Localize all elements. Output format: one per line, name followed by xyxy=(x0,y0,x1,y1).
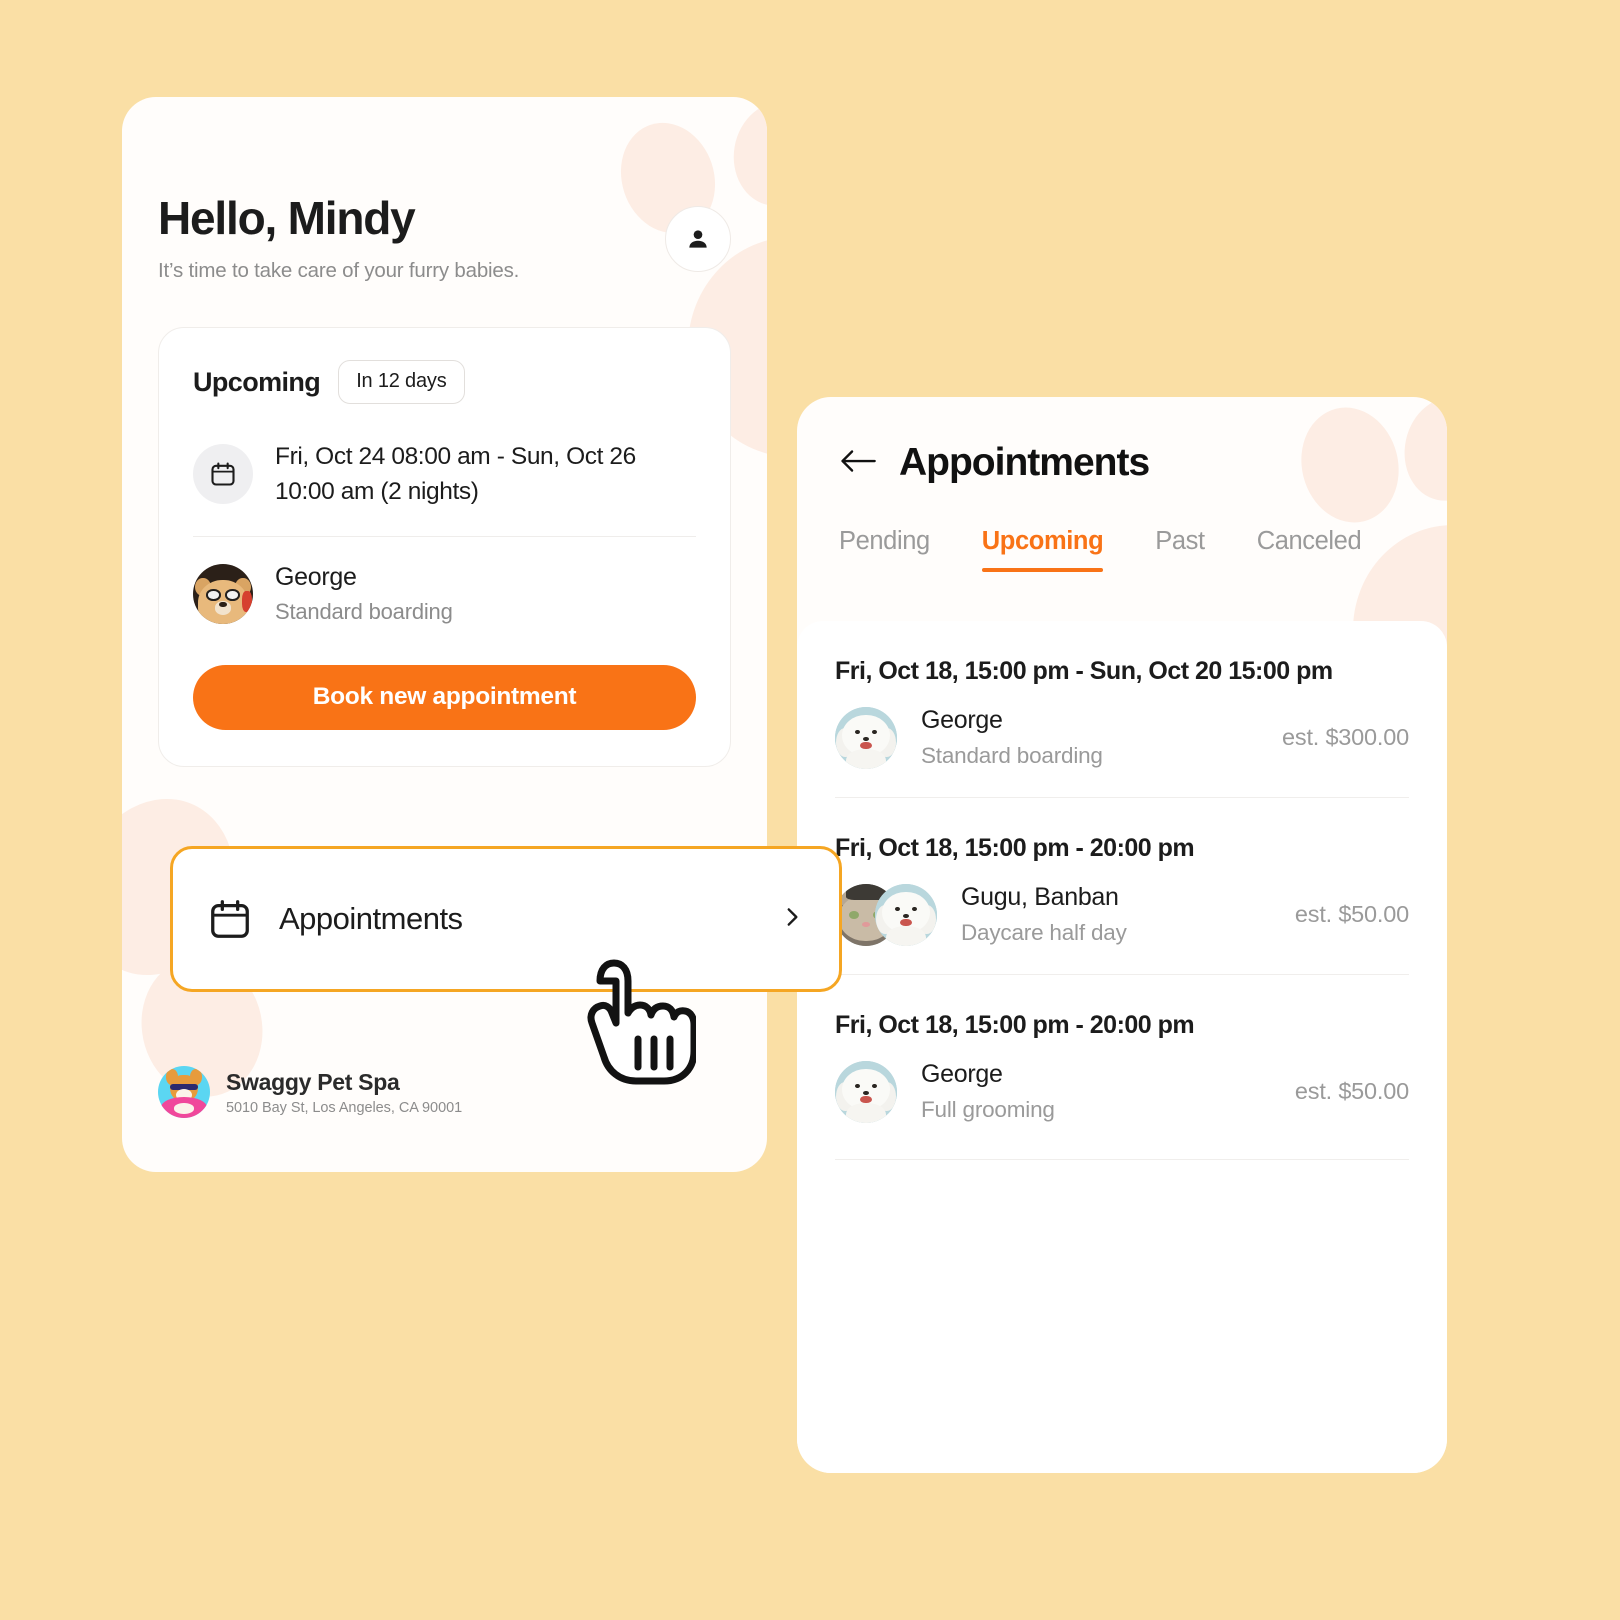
upcoming-card-header: Upcoming In 12 days xyxy=(193,360,696,404)
tab-upcoming[interactable]: Upcoming xyxy=(981,527,1104,572)
appointment-datetime: Fri, Oct 24 08:00 am - Sun, Oct 26 10:00… xyxy=(275,443,636,505)
appointment-date: Fri, Oct 18, 15:00 pm - Sun, Oct 20 15:0… xyxy=(835,657,1333,685)
appointment-service: Daycare half day xyxy=(961,920,1127,945)
sidebar-item-label: Appointments xyxy=(279,901,463,936)
upcoming-label: Upcoming xyxy=(193,366,321,397)
calendar-icon xyxy=(211,462,235,486)
tab-canceled[interactable]: Canceled xyxy=(1257,527,1362,572)
appointment-pet-names: George xyxy=(921,1060,1003,1088)
business-name: Swaggy Pet Spa xyxy=(226,1068,400,1095)
upcoming-appointment-card: Upcoming In 12 days Fri, Oct 24 08:00 am… xyxy=(158,327,731,767)
appointment-datetime-row: Fri, Oct 24 08:00 am - Sun, Oct 26 10:00… xyxy=(193,440,696,510)
appointments-list: Fri, Oct 18, 15:00 pm - Sun, Oct 20 15:0… xyxy=(797,621,1447,1473)
pet-avatar-george xyxy=(835,1060,897,1123)
chevron-right-icon xyxy=(779,904,805,935)
appointments-tabs: Pending Upcoming Past Canceled xyxy=(839,527,1405,572)
appointment-service: Standard boarding xyxy=(921,743,1103,768)
list-item[interactable]: Fri, Oct 18, 15:00 pm - 20:00 pm xyxy=(835,974,1409,1151)
card-divider xyxy=(193,535,696,537)
tab-pending[interactable]: Pending xyxy=(839,527,930,572)
calendar-icon xyxy=(211,900,249,938)
screen: Hello, Mindy It’s time to take care of y… xyxy=(0,0,1620,1620)
page-title: Hello, Mindy xyxy=(158,192,416,244)
list-item[interactable]: Fri, Oct 18, 15:00 pm - Sun, Oct 20 15:0… xyxy=(835,621,1409,797)
pet-name: George xyxy=(275,562,357,591)
appointments-screen-panel: Appointments Pending Upcoming Past Cance… xyxy=(797,397,1447,1473)
appointment-price: est. $50.00 xyxy=(1294,1078,1409,1104)
pet-avatar-banban xyxy=(875,883,937,946)
page-subtitle: It’s time to take care of your furry bab… xyxy=(158,259,520,282)
sidebar-item-appointments[interactable]: Appointments xyxy=(170,846,842,992)
calendar-icon-wrap xyxy=(193,444,253,504)
appointment-pet-names: George xyxy=(921,706,1003,734)
appointment-pet-row: George Standard boarding xyxy=(193,563,696,625)
pet-avatars xyxy=(835,706,897,769)
pet-avatar-george xyxy=(835,706,897,769)
pet-avatar-george-goggles xyxy=(193,563,253,624)
countdown-badge: In 12 days xyxy=(338,360,465,404)
business-footer: Swaggy Pet Spa 5010 Bay St, Los Angeles,… xyxy=(158,1066,462,1118)
appointment-service: Full grooming xyxy=(921,1097,1055,1122)
appointment-pet-names: Gugu, Banban xyxy=(961,883,1119,911)
appointment-date: Fri, Oct 18, 15:00 pm - 20:00 pm xyxy=(835,834,1195,862)
list-item[interactable]: Fri, Oct 18, 15:00 pm - 20:00 pm xyxy=(835,797,1409,974)
greeting-block: Hello, Mindy It’s time to take care of y… xyxy=(158,97,731,283)
person-icon xyxy=(689,230,707,248)
business-address: 5010 Bay St, Los Angeles, CA 90001 xyxy=(226,1099,463,1116)
pet-avatars xyxy=(835,1060,897,1123)
list-end-divider xyxy=(835,1159,1409,1160)
back-button[interactable] xyxy=(839,446,877,481)
book-new-appointment-button[interactable]: Book new appointment xyxy=(193,664,696,730)
tab-past[interactable]: Past xyxy=(1155,527,1205,572)
appointment-date: Fri, Oct 18, 15:00 pm - 20:00 pm xyxy=(835,1011,1195,1039)
pet-service: Standard boarding xyxy=(275,598,453,624)
arrow-left-icon xyxy=(841,449,876,472)
corgi-logo-icon xyxy=(158,1066,210,1118)
appointment-price: est. $50.00 xyxy=(1294,901,1409,927)
profile-button[interactable] xyxy=(665,206,731,272)
appointments-header: Appointments Pending Upcoming Past Cance… xyxy=(797,397,1447,572)
home-screen-panel: Hello, Mindy It’s time to take care of y… xyxy=(122,97,767,1172)
pet-avatars xyxy=(835,883,937,946)
appointment-price: est. $300.00 xyxy=(1282,724,1409,750)
appointments-title: Appointments xyxy=(899,441,1150,484)
